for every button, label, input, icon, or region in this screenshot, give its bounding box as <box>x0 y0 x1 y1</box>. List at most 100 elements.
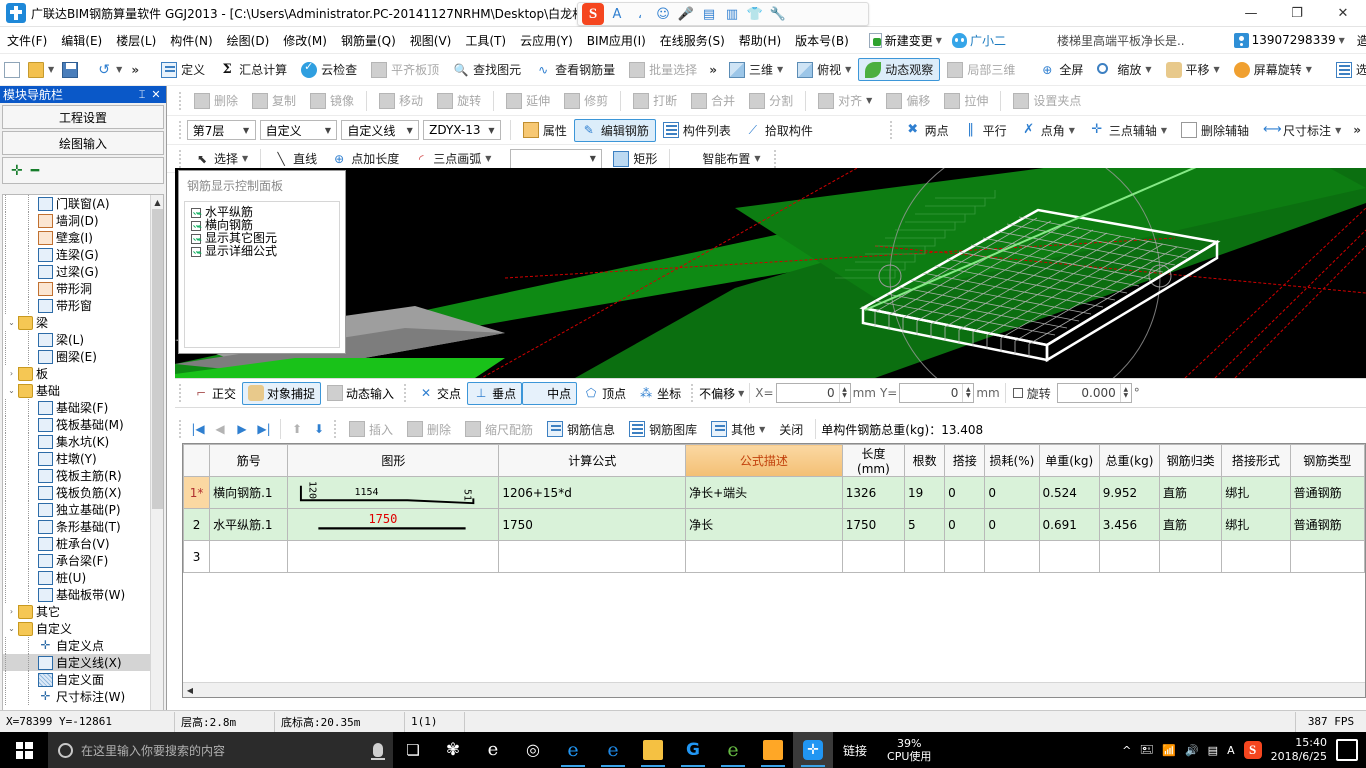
rebar-shape-cell[interactable]: 120 1154 51 <box>287 476 500 509</box>
menu-bim-app[interactable]: BIM应用(I) <box>580 29 653 52</box>
cell-changdu[interactable] <box>841 540 906 573</box>
tree-item[interactable]: 基础板带(W) <box>3 586 152 603</box>
close-icon[interactable]: ✕ <box>149 88 163 101</box>
smart-layout-button[interactable]: 智能布置 ▼ <box>675 147 767 170</box>
column-header-dajie[interactable]: 搭接 <box>944 444 986 477</box>
close-button[interactable]: ✕ <box>1320 0 1366 27</box>
stepper-arrows[interactable]: ▲ ▼ <box>1119 384 1131 402</box>
cell-leixing[interactable]: 普通钢筋 <box>1289 508 1365 541</box>
assistant-button[interactable]: 广小二 <box>947 30 1011 51</box>
pin-icon[interactable]: ⌶ <box>135 88 149 102</box>
menu-edit[interactable]: 编辑(E) <box>54 29 109 52</box>
rebar-info-button[interactable]: 钢筋信息 <box>540 418 622 441</box>
menu-version[interactable]: 版本号(B) <box>788 29 856 52</box>
table-row[interactable]: 1* 横向钢筋.1 120 1154 51 1206+15*d 净长+端头 1326 19 0 0 0… <box>183 476 1365 509</box>
ime-language-icon[interactable]: A <box>607 4 627 24</box>
delete-axis-button[interactable]: 删除辅轴 <box>1174 119 1256 142</box>
cpu-usage-widget[interactable]: 39% CPU使用 <box>887 737 931 763</box>
ime-pen-icon[interactable]: ، <box>630 4 650 24</box>
column-header-rownum[interactable] <box>183 444 211 477</box>
edit-rebar-button[interactable]: ✎ 编辑钢筋 <box>573 118 656 142</box>
subcategory-select[interactable]: 自定义线 ▼ <box>341 120 420 140</box>
tree-expander-icon[interactable]: ⌄ <box>5 318 18 327</box>
tree-item[interactable]: 圈梁(E) <box>3 348 152 365</box>
cell-miaoshu[interactable]: 净长+端头 <box>685 476 843 509</box>
ime-keyboard-icon[interactable]: ▤ <box>699 4 719 24</box>
snap-midpoint[interactable]: 中点 <box>522 381 578 405</box>
menu-draw[interactable]: 绘图(D) <box>220 29 277 52</box>
column-header-gongshi[interactable]: 计算公式 <box>498 444 687 477</box>
taskbar-edge2[interactable]: e <box>593 732 633 768</box>
tree-item[interactable]: 梁(L) <box>3 331 152 348</box>
column-header-changdu[interactable]: 长度(mm) <box>841 444 906 477</box>
tree-item[interactable]: 筏板负筋(X) <box>3 484 152 501</box>
rotate-stepper[interactable]: ▲▼ <box>1056 383 1132 403</box>
snap-vertex[interactable]: ⬠ 顶点 <box>577 382 632 405</box>
checkbox-icon[interactable] <box>191 246 201 257</box>
three-point-axis-button[interactable]: ✛ 三点辅轴 ▼ <box>1082 119 1174 142</box>
tree-item[interactable]: ✛ 自定义点 <box>3 637 152 654</box>
cell-guilei[interactable] <box>1159 540 1223 573</box>
taskbar-search[interactable]: 在这里输入你要搜索的内容 <box>48 732 393 768</box>
menu-floor[interactable]: 楼层(L) <box>109 29 163 52</box>
screen-rotate-button[interactable]: 屏幕旋转 ▼ <box>1227 58 1319 81</box>
tray-battery-icon[interactable]: 🖭 <box>1140 741 1153 760</box>
floor-select[interactable]: 第7层 ▼ <box>186 120 256 140</box>
account-button[interactable]: 13907298339 ▼ <box>1229 31 1350 50</box>
parallel-axis-button[interactable]: ‖ 平行 <box>956 119 1014 142</box>
save-button[interactable] <box>58 59 82 81</box>
cell-gongshi[interactable]: 1206+15*d <box>498 476 687 509</box>
drawing-input-button[interactable]: 绘图输入 <box>2 131 164 155</box>
row-number[interactable]: 1* <box>183 476 211 509</box>
rebar-grid[interactable]: 筋号 图形 计算公式 公式描述 长度(mm) 根数 搭接 损耗(%) 单重(kg) 总重(kg) 钢… <box>182 443 1366 698</box>
component-list-button[interactable]: 构件列表 <box>656 119 738 142</box>
snap-intersection[interactable]: ✕ 交点 <box>412 382 467 405</box>
column-header-genshu[interactable]: 根数 <box>904 444 946 477</box>
other-button[interactable]: 其他 ▼ <box>704 418 772 441</box>
taskbar-edge[interactable]: e <box>553 732 593 768</box>
checkbox-icon[interactable] <box>191 233 201 244</box>
ortho-toggle[interactable]: ⌐ 正交 <box>187 382 242 405</box>
taskbar-spiral[interactable]: ◎ <box>513 732 553 768</box>
dimension-button[interactable]: ⟷ 尺寸标注 ▼ <box>1256 119 1348 142</box>
tree-item[interactable]: ⌄ 梁 <box>3 314 152 331</box>
tree-item[interactable]: 筏板主筋(R) <box>3 467 152 484</box>
tray-expand-icon[interactable]: ^ <box>1122 744 1131 757</box>
ime-toolbar[interactable]: S A ، ☺ 🎤 ▤ ▥ 👕 🔧 <box>577 2 869 26</box>
cell-leixing[interactable] <box>1289 540 1365 573</box>
tree-item[interactable]: 桩(U) <box>3 569 152 586</box>
cell-miaoshu[interactable]: 净长 <box>685 508 843 541</box>
tree-item[interactable]: 带形洞 <box>3 280 152 297</box>
cell-dajie[interactable]: 0 <box>944 508 986 541</box>
column-header-dajiexingshi[interactable]: 搭接形式 <box>1221 444 1291 477</box>
minimize-button[interactable]: — <box>1228 0 1274 27</box>
table-row[interactable]: 2 水平纵筋.1 1750 1750 净长 1750 5 0 0 0.691 3.456 直筋 绑扎 普通… <box>183 508 1365 541</box>
tree-expander-icon[interactable]: ⌄ <box>5 386 18 395</box>
cell-jinhao[interactable] <box>209 540 289 573</box>
cell-sunhao[interactable]: 0 <box>984 508 1040 541</box>
menu-rebar-qty[interactable]: 钢筋量(Q) <box>334 29 403 52</box>
x-offset-input[interactable] <box>776 384 839 402</box>
cell-gongshi[interactable] <box>498 540 687 573</box>
select-floor-button[interactable]: 选择楼层 <box>1329 58 1366 81</box>
tree-item[interactable]: 自定义线(X) <box>3 654 152 671</box>
point-length-button[interactable]: ⊕ 点加长度 <box>324 147 406 170</box>
cell-genshu[interactable]: 19 <box>904 476 946 509</box>
move-down-button[interactable]: ⬇ <box>308 418 330 440</box>
clock[interactable]: 15:40 2018/6/25 <box>1271 736 1327 764</box>
dynamic-input-toggle[interactable]: 动态输入 <box>321 382 400 405</box>
beans-label[interactable]: 造价豆:0 <box>1350 29 1366 52</box>
tree-item[interactable]: 柱墩(Y) <box>3 450 152 467</box>
checkbox-icon[interactable] <box>191 207 201 218</box>
tree-expander-icon[interactable]: › <box>5 607 18 616</box>
column-header-guilei[interactable]: 钢筋归类 <box>1159 444 1223 477</box>
task-view-button[interactable]: ❏ <box>393 732 433 768</box>
column-header-tuxing[interactable]: 图形 <box>287 444 500 477</box>
draw-mode-select[interactable]: ▼ <box>510 148 603 169</box>
start-button[interactable] <box>0 732 48 768</box>
tray-network-icon[interactable]: 📶 <box>1162 744 1176 757</box>
tray-volume-icon[interactable]: 🔊 <box>1185 744 1199 757</box>
ime-skin-icon[interactable]: 👕 <box>745 4 765 24</box>
x-offset-stepper[interactable]: ▲▼ <box>775 383 851 403</box>
tree-item[interactable]: 壁龛(I) <box>3 229 152 246</box>
